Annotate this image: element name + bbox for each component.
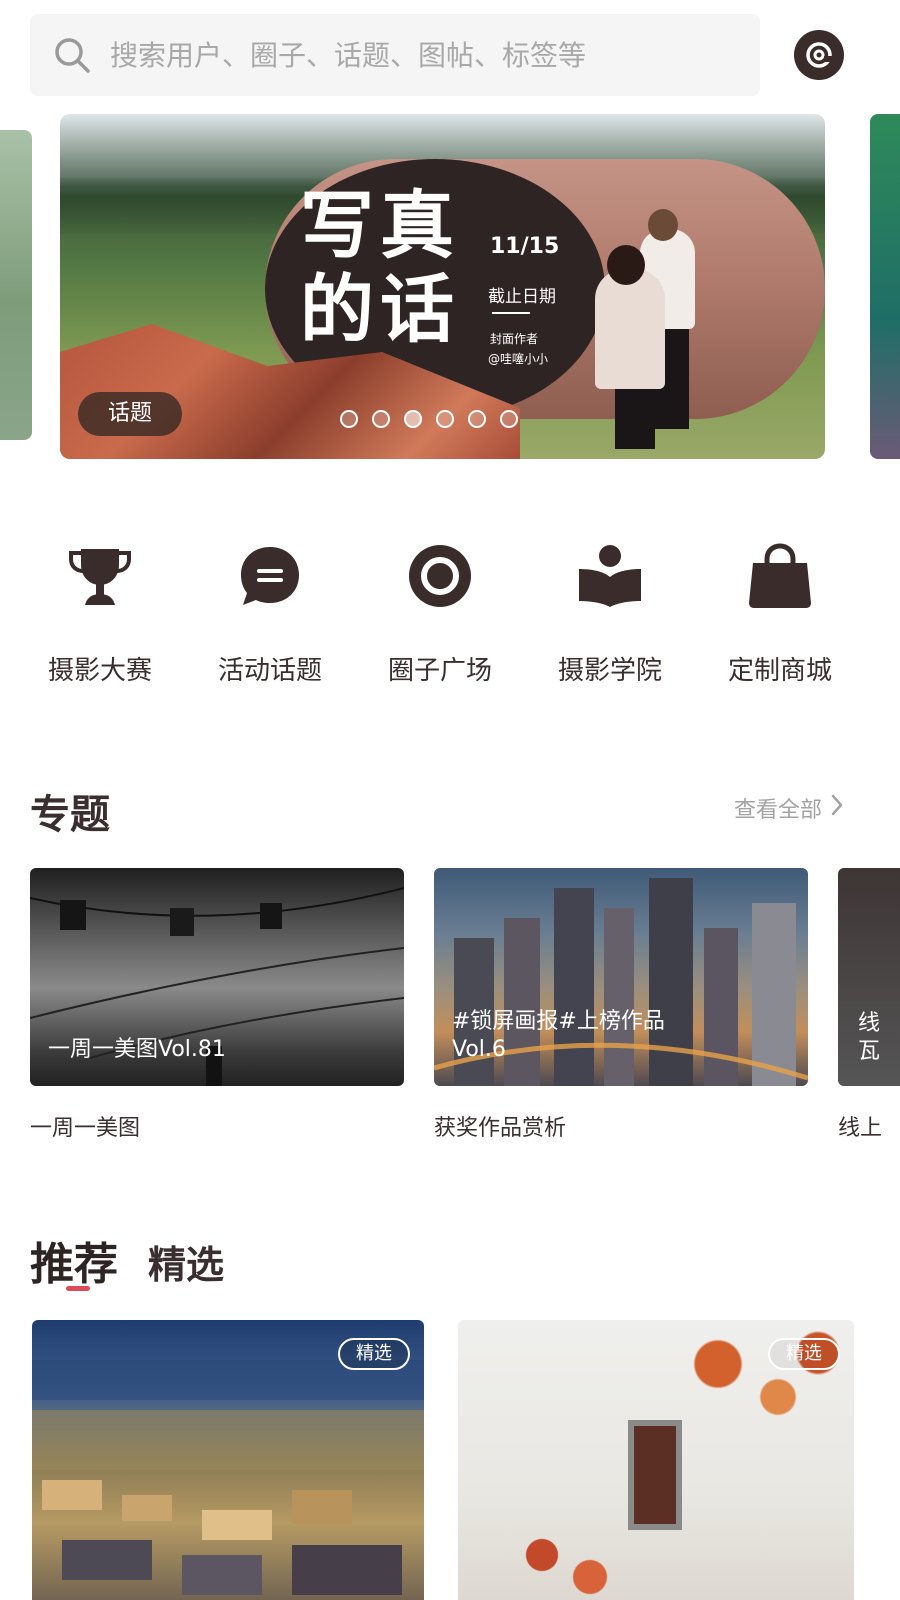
category-custom-mall[interactable]: 定制商城 bbox=[695, 540, 865, 687]
banner-next-slide[interactable] bbox=[870, 114, 900, 459]
carousel-dot[interactable] bbox=[340, 410, 358, 428]
carousel-dot[interactable] bbox=[436, 410, 454, 428]
search-bar[interactable] bbox=[30, 14, 760, 96]
topic-caption: 一周一美图 bbox=[30, 1116, 141, 1141]
ring-icon bbox=[404, 540, 476, 612]
topic-card[interactable]: 一周一美图Vol.81 一周一美图 bbox=[30, 868, 404, 1142]
carousel-indicator bbox=[340, 410, 518, 428]
search-icon bbox=[52, 35, 92, 75]
topic-caption: 线上 bbox=[838, 1116, 883, 1141]
tab-featured[interactable]: 精选 bbox=[148, 1234, 224, 1289]
carousel-dot[interactable] bbox=[500, 410, 518, 428]
topic-overlay-text: 一周一美图Vol.81 bbox=[48, 1037, 226, 1062]
section-title-topics: 专题 bbox=[30, 792, 110, 838]
topic-card[interactable]: #锁屏画报#上榜作品 Vol.6 获奖作品赏析 bbox=[434, 868, 808, 1142]
topic-caption: 获奖作品赏析 bbox=[434, 1116, 567, 1141]
active-tab-indicator bbox=[66, 1286, 90, 1291]
banner-date: 11/15 bbox=[490, 234, 560, 259]
banner-photo-people bbox=[585, 209, 695, 449]
category-label: 活动话题 bbox=[217, 656, 322, 686]
category-circle-square[interactable]: 圈子广场 bbox=[355, 540, 525, 687]
see-all-link[interactable]: 查看全部 bbox=[734, 792, 844, 824]
category-label: 定制商城 bbox=[727, 656, 832, 686]
banner-divider bbox=[492, 312, 530, 314]
chevron-right-icon bbox=[830, 793, 844, 823]
topic-image: 一周一美图Vol.81 bbox=[30, 868, 404, 1086]
feed-card[interactable]: 精选 bbox=[458, 1320, 854, 1600]
banner-deadline-label: 截止日期 bbox=[488, 287, 556, 307]
category-event-topics[interactable]: 活动话题 bbox=[185, 540, 355, 687]
category-photo-contest[interactable]: 摄影大赛 bbox=[15, 540, 185, 687]
carousel-dot[interactable] bbox=[404, 410, 422, 428]
see-all-label: 查看全部 bbox=[733, 798, 822, 823]
banner-title: 写真 的话 bbox=[300, 183, 460, 353]
shopping-bag-icon bbox=[744, 540, 816, 612]
search-input[interactable] bbox=[110, 38, 710, 72]
topic-image: 线 瓦 bbox=[838, 868, 900, 1086]
topic-image: #锁屏画报#上榜作品 Vol.6 bbox=[434, 868, 808, 1086]
category-label: 摄影大赛 bbox=[47, 656, 152, 686]
autumn-leaves-graphic bbox=[478, 1500, 638, 1600]
reader-book-icon bbox=[574, 540, 646, 612]
category-label: 圈子广场 bbox=[387, 656, 492, 686]
chat-bubble-icon bbox=[234, 540, 306, 612]
featured-badge: 精选 bbox=[768, 1338, 840, 1370]
category-photo-academy[interactable]: 摄影学院 bbox=[525, 540, 695, 687]
app-logo-icon[interactable] bbox=[794, 30, 844, 80]
banner-topic-tag[interactable]: 话题 bbox=[78, 392, 183, 436]
banner-prev-slide[interactable] bbox=[0, 130, 32, 440]
topic-overlay-text: 线 瓦 bbox=[858, 1011, 881, 1064]
topic-card[interactable]: 线 瓦 线上 bbox=[838, 868, 900, 1142]
category-label: 摄影学院 bbox=[557, 656, 662, 686]
featured-badge: 精选 bbox=[338, 1338, 410, 1370]
banner-cover-author: @哇噻小小 bbox=[488, 352, 549, 366]
carousel-dot[interactable] bbox=[468, 410, 486, 428]
category-shortcuts: 摄影大赛 活动话题 圈子广场 摄影学院 定制商城 bbox=[15, 540, 865, 687]
tab-recommend[interactable]: 推荐 bbox=[30, 1228, 118, 1292]
topics-list: 一周一美图Vol.81 一周一美图 #锁屏画报#上榜作品 Vol.6 获奖作品赏… bbox=[30, 868, 900, 1158]
carousel-dot[interactable] bbox=[372, 410, 390, 428]
feed-card[interactable]: 精选 bbox=[32, 1320, 424, 1600]
banner-cover-label: 封面作者 bbox=[490, 332, 539, 346]
trophy-icon bbox=[64, 540, 136, 612]
topic-overlay-text: #锁屏画报#上榜作品 Vol.6 bbox=[452, 1009, 665, 1062]
